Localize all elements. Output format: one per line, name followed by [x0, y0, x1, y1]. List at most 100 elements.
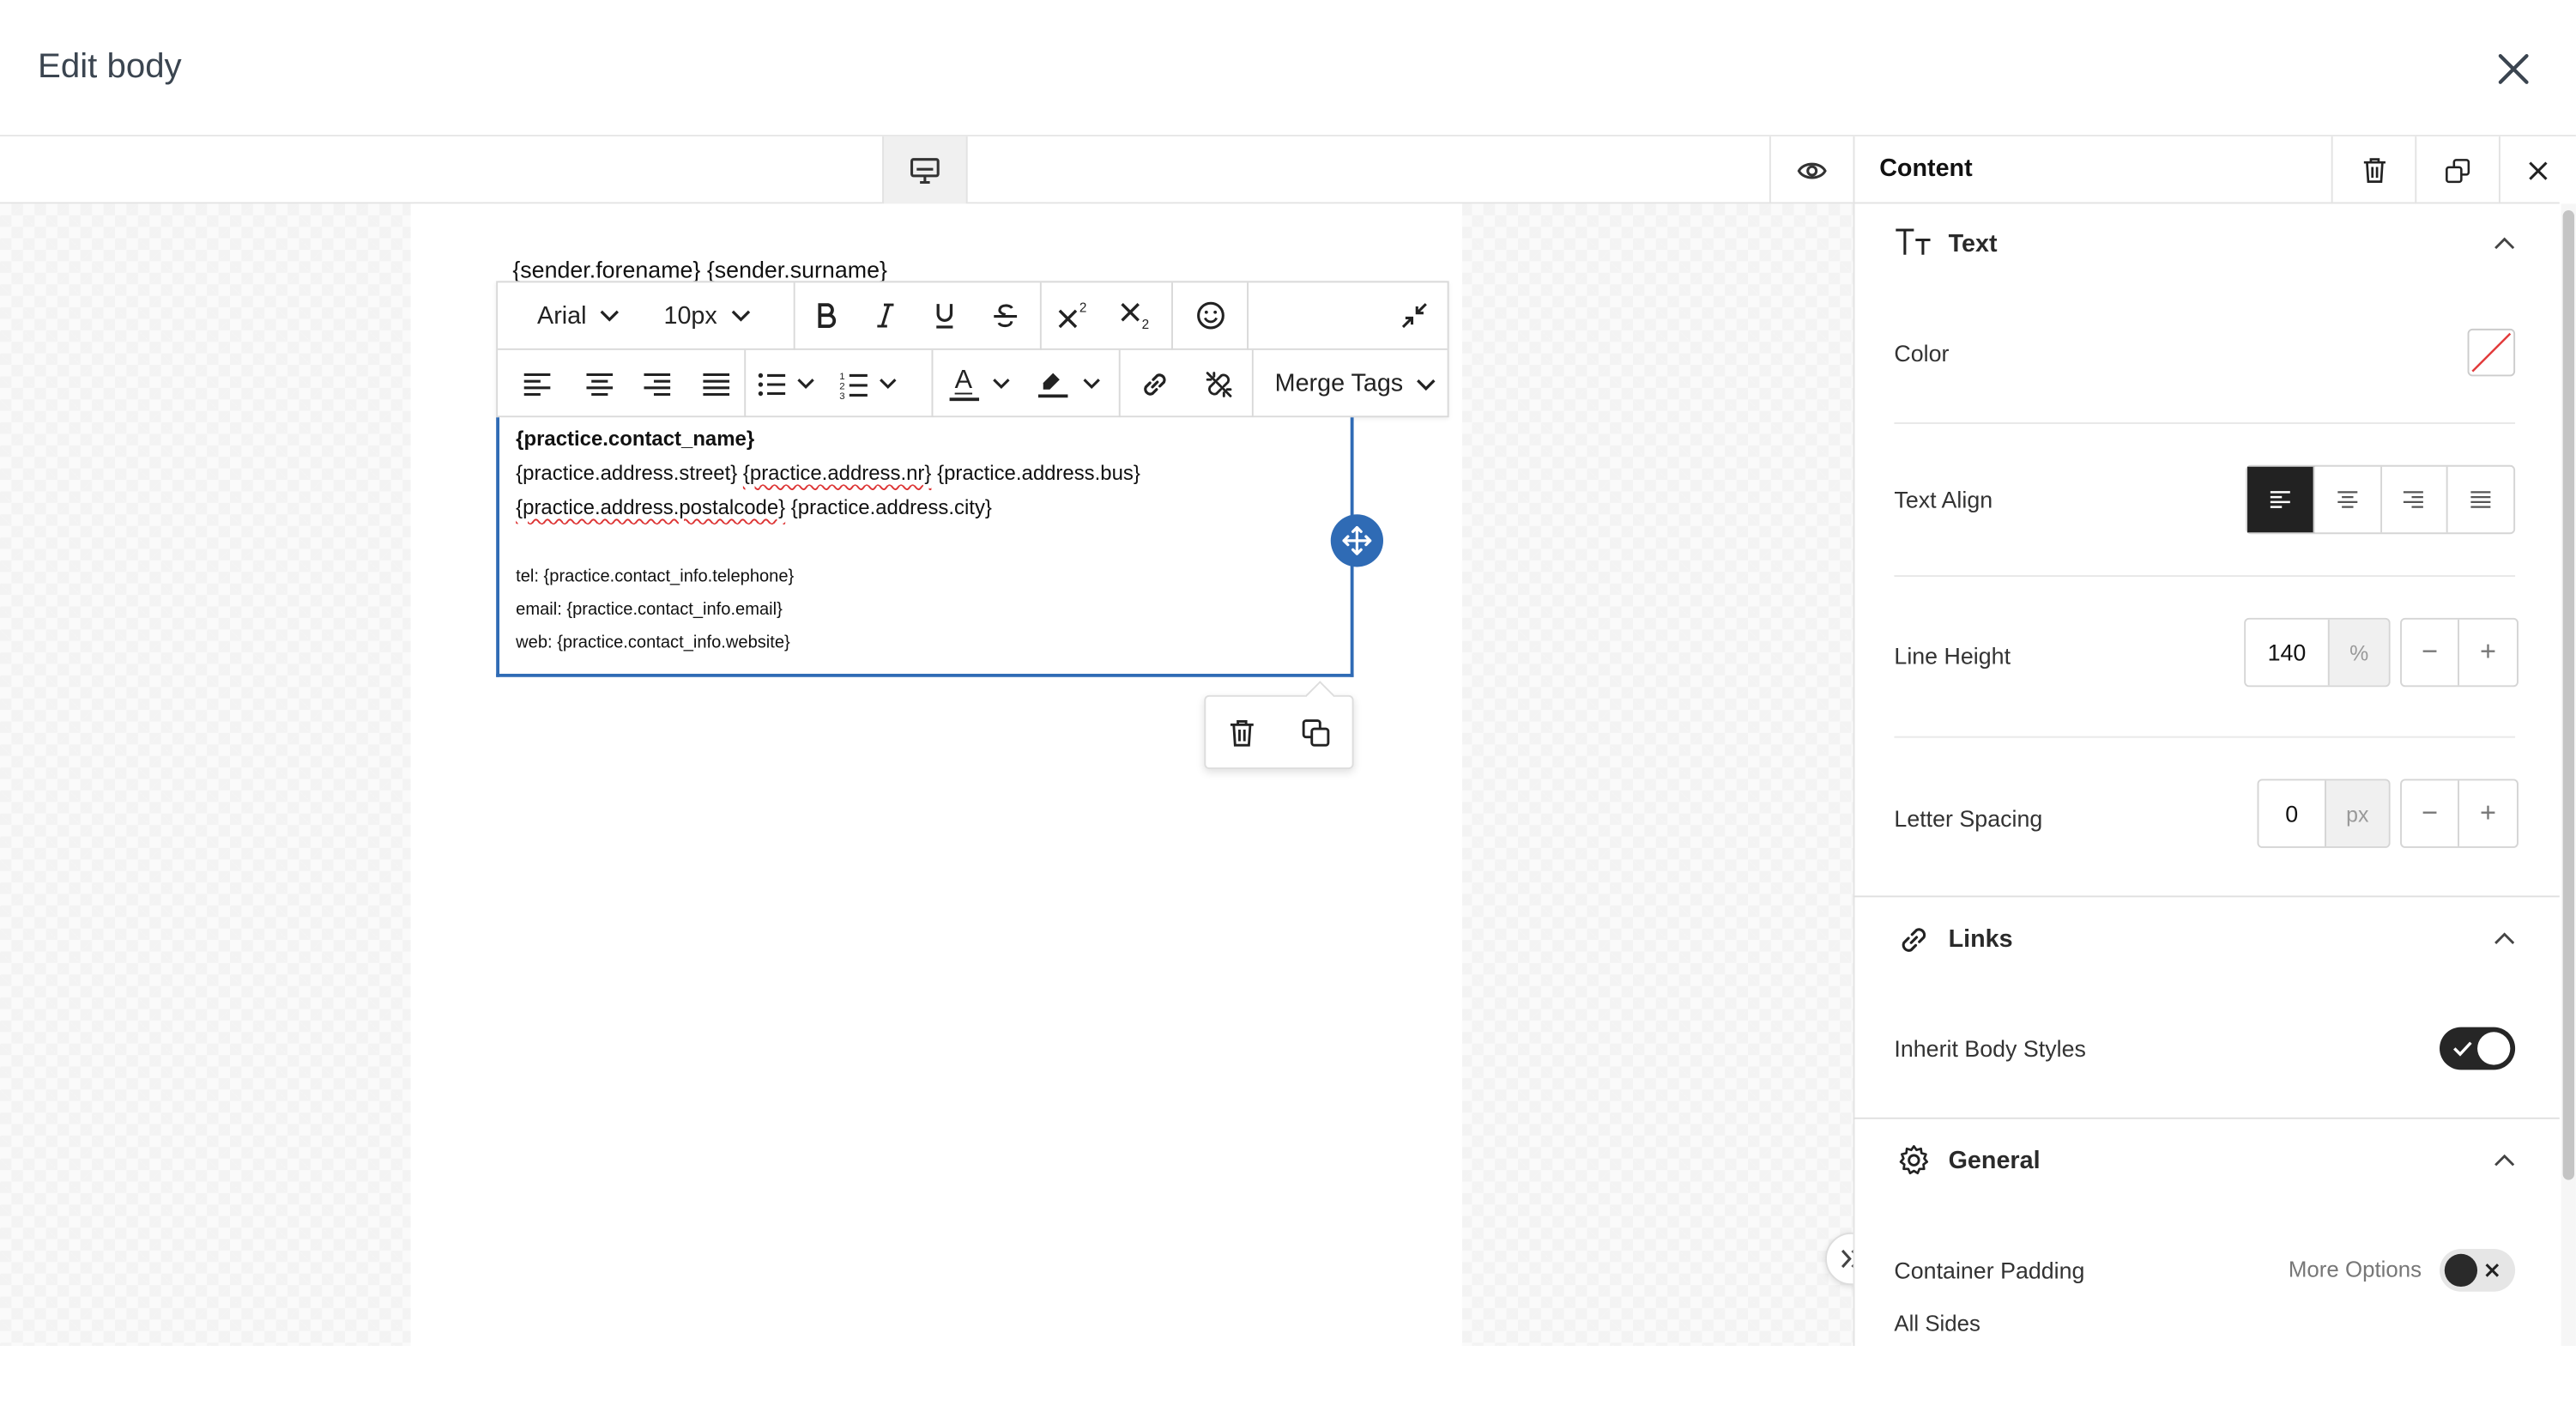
align-right-button[interactable]	[628, 350, 686, 417]
emoji-group	[1173, 282, 1249, 349]
letter-spacing-increase-button[interactable]: +	[2459, 780, 2517, 846]
italic-button[interactable]	[856, 282, 915, 348]
list-group: 123	[746, 349, 934, 418]
duplicate-block-button[interactable]	[1289, 706, 1341, 758]
color-picker[interactable]	[2467, 328, 2516, 377]
collapse-group	[1249, 282, 1448, 348]
links-section-title: Links	[1948, 924, 2013, 954]
links-section-collapse-button[interactable]	[2488, 922, 2520, 955]
trash-icon	[1231, 719, 1255, 746]
more-options-label: More Options	[2288, 1257, 2422, 1282]
text-align-left-button[interactable]	[2247, 466, 2315, 533]
general-section-collapse-button[interactable]	[2488, 1143, 2520, 1176]
check-icon	[2453, 1041, 2472, 1057]
general-section-title: General	[1948, 1147, 2041, 1175]
chevron-down-icon	[879, 379, 896, 390]
font-family-select[interactable]: Arial	[537, 301, 620, 330]
panel-scrollbar-thumb[interactable]	[2562, 210, 2575, 1180]
chevron-up-icon	[2494, 932, 2514, 944]
insert-link-button[interactable]	[1121, 350, 1189, 417]
panel-duplicate-button[interactable]	[2415, 136, 2499, 204]
all-sides-label: All Sides	[1894, 1311, 1980, 1336]
chevron-up-icon	[2494, 1154, 2514, 1167]
bold-button[interactable]	[795, 282, 856, 348]
line-height-increase-button[interactable]: +	[2459, 620, 2517, 686]
more-options-toggle[interactable]	[2440, 1249, 2516, 1292]
desktop-icon	[910, 157, 940, 184]
text-align-justify-button[interactable]	[2448, 467, 2513, 533]
align-center-icon	[585, 373, 613, 396]
duplicate-icon	[2446, 158, 2470, 183]
panel-delete-button[interactable]	[2331, 136, 2416, 204]
letter-spacing-value[interactable]: 0	[2259, 780, 2325, 846]
x-icon	[2485, 1264, 2500, 1277]
move-block-handle[interactable]	[1330, 514, 1384, 567]
text-align-right-button[interactable]	[2381, 466, 2449, 533]
line-height-label: Line Height	[1894, 642, 2011, 670]
dialog-header	[0, 0, 2576, 136]
collapse-arrows-icon	[1401, 303, 1427, 329]
link-icon	[1144, 373, 1166, 395]
align-center-icon	[2337, 491, 2357, 508]
delete-block-button[interactable]	[1216, 706, 1268, 758]
align-right-icon	[644, 373, 671, 396]
letter-spacing-decrease-button[interactable]: −	[2402, 780, 2460, 846]
sender-line[interactable]: {sender.forename} {sender.surname}	[512, 257, 887, 283]
underline-button[interactable]	[915, 282, 974, 348]
close-dialog-button[interactable]	[2486, 41, 2542, 97]
email-line: email: {practice.contact_info.email}	[516, 599, 783, 620]
font-size-select[interactable]: 10px	[663, 301, 750, 330]
inherit-body-styles-toggle[interactable]	[2440, 1027, 2516, 1070]
format-group	[795, 282, 1042, 349]
smiley-icon	[1196, 301, 1224, 330]
align-justify-icon	[2470, 491, 2491, 508]
highlight-color-button[interactable]	[1025, 350, 1111, 417]
color-group: A	[933, 349, 1121, 418]
text-block[interactable]: {practice.contact_name} {practice.addres…	[496, 417, 1354, 677]
remove-link-button[interactable]	[1189, 350, 1249, 417]
font-selectors: Arial 10px	[498, 282, 795, 349]
numbered-list-icon: 123	[838, 371, 867, 398]
letter-spacing-input[interactable]: 0 px	[2257, 779, 2391, 848]
no-color-icon	[2471, 332, 2512, 373]
superscript-button[interactable]: 2	[1042, 282, 1108, 348]
telephone-line: tel: {practice.contact_info.telephone}	[516, 567, 795, 587]
letter-spacing-unit: px	[2325, 780, 2389, 846]
duplicate-icon	[1302, 718, 1329, 746]
line-height-input[interactable]: 140 %	[2244, 617, 2391, 688]
block-actions-popover	[1204, 694, 1354, 769]
rich-text-toolbar: Arial 10px 2 2 1 2 3 A Merge Tags	[496, 281, 1449, 418]
italic-icon	[877, 303, 894, 328]
text-color-button[interactable]: A	[933, 350, 1025, 417]
align-justify-icon	[702, 373, 729, 396]
svg-text:2: 2	[838, 381, 844, 391]
address-street-line: {practice.address.street} {practice.addr…	[516, 462, 1140, 485]
strikethrough-button[interactable]	[974, 282, 1037, 348]
line-height-decrease-button[interactable]: −	[2402, 619, 2460, 686]
svg-text:2: 2	[1079, 301, 1087, 316]
align-left-button[interactable]	[505, 350, 570, 417]
subscript-button[interactable]: 2	[1107, 282, 1166, 348]
panel-close-button[interactable]	[2498, 136, 2576, 204]
contact-name-line: {practice.contact_name}	[516, 427, 755, 451]
street-bus-tag: {practice.address.bus}	[937, 461, 1140, 485]
emoji-button[interactable]	[1173, 282, 1247, 348]
close-icon	[2498, 53, 2529, 84]
line-height-value[interactable]: 140	[2246, 619, 2328, 686]
text-section-collapse-button[interactable]	[2488, 227, 2520, 259]
align-justify-button[interactable]	[687, 350, 745, 417]
desktop-view-button[interactable]	[882, 136, 968, 204]
gear-icon	[1894, 1141, 1933, 1180]
align-center-button[interactable]	[570, 350, 628, 417]
trash-icon	[2362, 158, 2386, 183]
highlighter-icon	[1037, 372, 1067, 397]
merge-tags-dropdown[interactable]: Merge Tags	[1275, 370, 1436, 397]
preview-button[interactable]	[1769, 136, 1853, 204]
letter-spacing-label: Letter Spacing	[1894, 805, 2043, 832]
postalcode-tag: {practice.address.postalcode}	[516, 496, 786, 519]
text-align-center-button[interactable]	[2314, 466, 2382, 533]
collapse-toolbar-button[interactable]	[1382, 282, 1448, 348]
numbered-list-button[interactable]: 123	[825, 350, 910, 417]
bullet-list-button[interactable]	[746, 350, 825, 417]
street-tag: {practice.address.street}	[516, 461, 738, 485]
